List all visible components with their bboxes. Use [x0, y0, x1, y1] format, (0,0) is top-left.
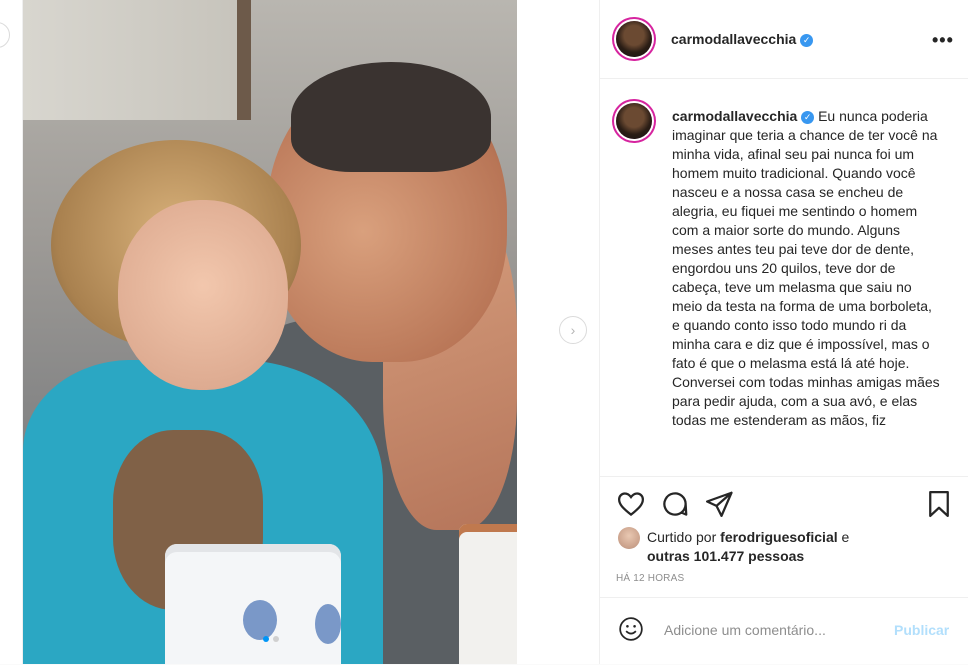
author-avatar[interactable] [616, 21, 652, 57]
mug-paw-print [243, 600, 277, 640]
post-media: › [23, 0, 599, 664]
comment-input[interactable] [662, 618, 886, 642]
carousel-dot [273, 636, 279, 642]
bookmark-icon[interactable] [924, 489, 954, 519]
photo-man-hair [291, 62, 491, 172]
author-username[interactable]: carmodallavecchia ✓ [671, 31, 814, 47]
post-header: carmodallavecchia ✓ ••• [600, 0, 968, 79]
caption-scroll-area[interactable]: carmodallavecchia ✓ Eu nunca poderia ima… [600, 79, 968, 475]
publish-button[interactable]: Publicar [894, 622, 949, 638]
heart-icon[interactable] [616, 489, 646, 519]
share-icon[interactable] [704, 489, 734, 519]
previous-post-edge [0, 0, 22, 664]
comment-bar: Publicar [600, 597, 968, 665]
emoji-icon[interactable] [618, 616, 644, 642]
verified-badge-icon: ✓ [801, 111, 815, 124]
post-timestamp[interactable]: HÁ 12 HORAS [616, 573, 684, 584]
photo-second-mug [459, 524, 517, 664]
liked-by-avatar[interactable] [618, 527, 640, 549]
caption-username[interactable]: carmodallavecchia [672, 108, 797, 124]
photo-child-face [118, 200, 288, 390]
more-options-icon[interactable]: ••• [932, 30, 954, 51]
photo-mug [165, 544, 341, 664]
mug-paw-print [315, 604, 341, 644]
liked-by-username[interactable]: ferodriguesoficial [720, 529, 837, 545]
chevron-right-icon: › [570, 322, 576, 338]
caption-body: Eu nunca poderia imaginar que teria a ch… [672, 108, 940, 428]
carousel-next-button[interactable]: › [559, 316, 587, 344]
likes-count-link[interactable]: outras 101.477 pessoas [647, 548, 804, 564]
post-dialog: › carmodallavecchia ✓ ••• carmodallavecc… [22, 0, 968, 664]
post-sidebar: carmodallavecchia ✓ ••• carmodallavecchi… [599, 0, 968, 664]
caption-author-avatar[interactable] [616, 103, 652, 139]
likes-summary: Curtido por ferodriguesoficial e outras … [647, 529, 850, 564]
verified-badge-icon: ✓ [800, 34, 814, 47]
previous-post-button[interactable] [0, 22, 10, 48]
carousel-dot-active [263, 636, 269, 642]
post-caption: carmodallavecchia ✓ Eu nunca poderia ima… [672, 107, 942, 430]
comment-icon[interactable] [660, 489, 690, 519]
photo-background-frame [23, 0, 251, 120]
post-photo[interactable] [23, 0, 517, 664]
post-actions: Curtido por ferodriguesoficial e outras … [600, 476, 968, 597]
